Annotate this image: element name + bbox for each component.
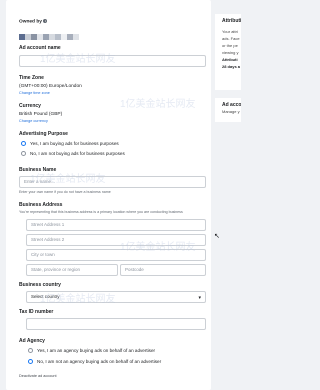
attribution-text-line: Your attri [222,29,238,34]
business-name-label: Business Name [19,167,57,173]
attribution-card: Attributi Your attri ads. Face or the pe… [215,14,241,90]
street-address-1-input[interactable]: Street Address 1 [26,219,206,231]
agency-yes-label[interactable]: Yes, I am an agency buying ads on behalf… [37,348,155,353]
purpose-no-radio[interactable] [21,151,26,156]
owned-by-label: Owned by i [19,19,48,25]
attribution-text-line: or the pe [222,43,238,48]
business-address-hint: You're representing that this business a… [19,210,183,214]
advertising-purpose-label: Advertising Purpose [19,131,68,137]
change-time-zone-link[interactable]: Change time zone [19,91,50,95]
agency-no-radio[interactable] [28,359,33,364]
currency-label: Currency [19,103,41,109]
business-name-hint: Enter your own name if you do not have a… [19,190,111,194]
tax-id-label: Tax ID number [19,309,54,315]
tax-id-input[interactable] [26,318,206,330]
business-country-select[interactable]: Select country ▾ [26,291,206,303]
manage-link[interactable]: Manage y [222,108,241,115]
attribution-text-line: ads. Face [222,36,240,41]
state-input[interactable]: State, province or region [26,264,118,276]
ad-account-name-label: Ad account name [19,45,61,51]
business-country-placeholder: Select country [31,294,60,299]
attribution-setting-label: Attributi [222,57,238,62]
time-zone-label: Time Zone [19,75,44,81]
mouse-cursor-icon: ↖ [214,233,220,240]
info-icon[interactable]: i [43,19,48,23]
change-currency-link[interactable]: Change currency [19,119,48,123]
chevron-down-icon: ▾ [198,295,201,301]
time-zone-value: (GMT+00:00) Europe/London [19,84,82,89]
ad-account-settings-form: Owned by i Ad account name Time Zone (GM… [6,0,211,390]
agency-yes-radio[interactable] [28,348,33,353]
ad-agency-label: Ad Agency [19,338,45,344]
agency-no-label[interactable]: No, I am not an agency buying ads on beh… [37,359,161,364]
business-address-label: Business Address [19,202,63,208]
city-input[interactable]: City or town [26,249,206,261]
ad-account-card: Ad accou Manage y [215,98,241,122]
purpose-no-label[interactable]: No, I am not buying ads for business pur… [30,151,125,156]
owner-avatar-pixelated [19,27,79,40]
street-address-2-input[interactable]: Street Address 2 [26,234,206,246]
attribution-title: Attributi [222,18,241,24]
attribution-text-line: viewing y [222,50,239,55]
purpose-yes-radio[interactable] [21,141,26,146]
purpose-yes-label[interactable]: Yes, I am buying ads for business purpos… [30,141,119,146]
ad-account-name-input[interactable] [19,55,206,67]
deactivate-ad-account-link[interactable]: Deactivate ad account [19,374,57,378]
business-country-label: Business country [19,282,61,288]
business-name-input[interactable]: Enter a name... [19,176,206,188]
postcode-input[interactable]: Postcode [120,264,206,276]
currency-value: British Pound (GBP) [19,112,63,117]
attribution-setting-value: 28 days a [222,64,241,69]
